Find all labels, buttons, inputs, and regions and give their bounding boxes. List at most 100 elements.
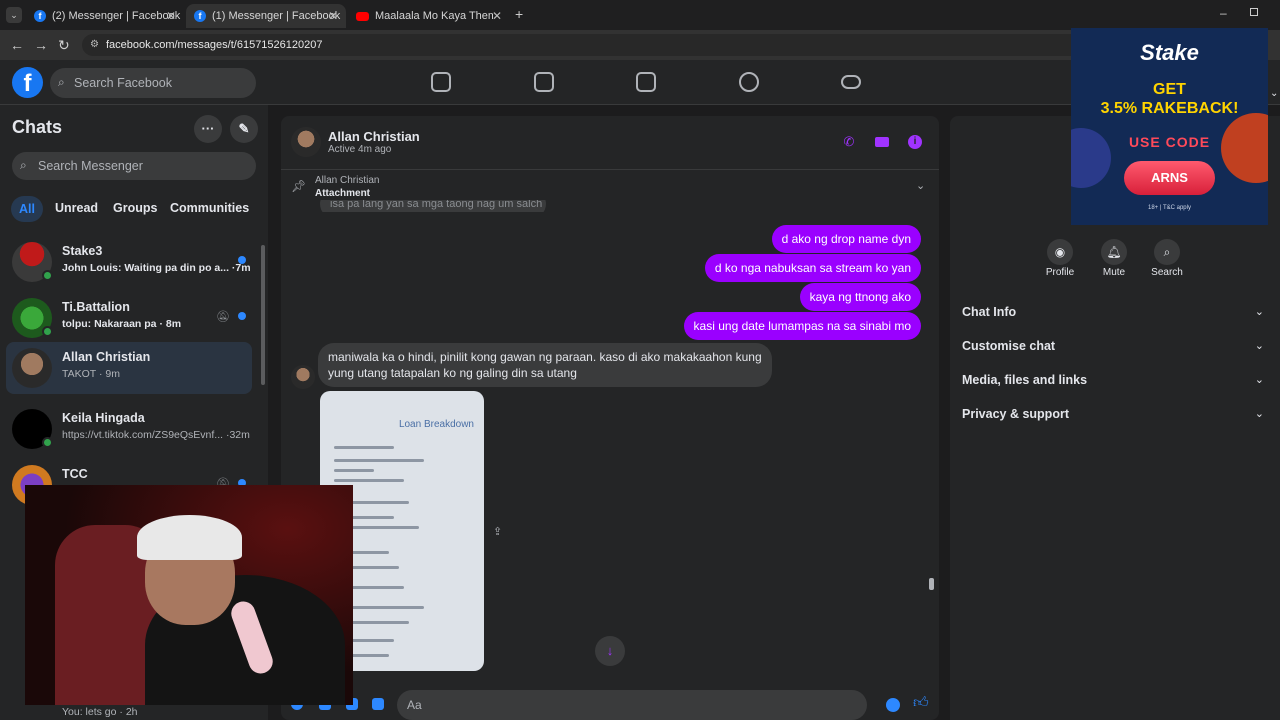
profile-icon[interactable]: ◉: [1047, 239, 1073, 265]
new-message-icon[interactable]: ✎: [230, 115, 258, 143]
image-title: Loan Breakdown: [398, 419, 474, 430]
reload-icon[interactable]: ↻: [58, 37, 70, 54]
chat-name: TCC: [62, 467, 88, 481]
gaming-icon[interactable]: [841, 75, 861, 89]
tab-youtube[interactable]: Maalaala Mo Kaya Theme - Ca ✕: [348, 4, 510, 28]
mute-bell-icon[interactable]: 🔔︎: [1101, 239, 1127, 265]
outgoing-message[interactable]: kaya ng ttnong ako: [799, 283, 921, 311]
url-text: facebook.com/messages/t/61571526120207: [106, 39, 323, 51]
ad-code-button[interactable]: ARNS: [1124, 161, 1215, 195]
chevron-down-icon[interactable]: ⌄: [916, 179, 925, 192]
ad-headline-line: GET: [1153, 81, 1186, 98]
close-tab-icon[interactable]: ✕: [166, 9, 176, 23]
section-chat-info[interactable]: Chat Info: [962, 305, 1016, 319]
chat-name: Allan Christian: [62, 350, 151, 364]
chevron-down-icon[interactable]: ⌄: [1255, 339, 1264, 352]
chat-item-allan-christian[interactable]: Allan Christian TAKOT · 9m: [6, 342, 252, 394]
share-icon[interactable]: ⇪: [493, 525, 502, 538]
video-icon[interactable]: [534, 72, 554, 92]
search-placeholder: Search Facebook: [74, 76, 172, 90]
search-label: Search: [1151, 267, 1183, 278]
incoming-message[interactable]: maniwala ka o hindi, pinilit kong gawan …: [318, 343, 772, 387]
search-facebook-input[interactable]: ⌕ Search Facebook: [50, 68, 256, 98]
scroll-down-icon[interactable]: ↓: [595, 636, 625, 666]
chat-item-stake3[interactable]: Stake3 John Louis: Waiting pa din po a..…: [6, 236, 252, 288]
chat-item-keila-hingada[interactable]: Keila Hingada https://vt.tiktok.com/ZS9e…: [6, 403, 252, 455]
conversation-name[interactable]: Allan Christian: [328, 129, 420, 144]
chevron-down-icon[interactable]: ⌄: [1255, 407, 1264, 420]
cap-shape: [137, 515, 242, 560]
message-text: isa pa lang yan sa mga taong nag um salc…: [320, 200, 546, 212]
mute-label: Mute: [1102, 267, 1126, 278]
chevron-down-icon[interactable]: ⌄: [1255, 305, 1264, 318]
online-indicator: [42, 270, 53, 281]
tab-label: (2) Messenger | Facebook: [52, 10, 181, 22]
forward-icon[interactable]: →: [34, 37, 48, 53]
unread-dot: [238, 256, 246, 264]
account-chevron-icon[interactable]: ⌄: [1270, 88, 1278, 99]
active-status: Active 4m ago: [328, 144, 392, 155]
section-customise-chat[interactable]: Customise chat: [962, 339, 1055, 353]
tab-label: (1) Messenger | Facebook: [212, 10, 341, 22]
outgoing-message[interactable]: kasi ung date lumampas na sa sinabi mo: [683, 312, 921, 340]
pinned-message-bar[interactable]: 📌︎ Allan Christian Attachment ⌄: [281, 171, 939, 201]
groups-icon[interactable]: [739, 72, 759, 92]
outgoing-message[interactable]: d ako ng drop name dyn: [771, 225, 921, 253]
image-text-line: [334, 446, 394, 449]
emoji-icon[interactable]: [886, 698, 900, 712]
site-info-icon[interactable]: ⚙: [90, 39, 99, 50]
close-tab-icon[interactable]: ✕: [492, 9, 502, 23]
filter-all[interactable]: All: [11, 196, 43, 222]
section-privacy-support[interactable]: Privacy & support: [962, 407, 1069, 421]
section-media-files-links[interactable]: Media, files and links: [962, 373, 1087, 387]
like-icon[interactable]: 👍︎: [913, 694, 929, 712]
avatar: [12, 348, 52, 388]
facebook-favicon-icon: f: [194, 10, 206, 22]
tab-messenger-1[interactable]: f (1) Messenger | Facebook ✕: [186, 4, 346, 28]
chat-preview: tolpu: Nakaraan pa · 8m: [62, 318, 182, 330]
muted-bell-icon: 🔕︎: [216, 311, 230, 323]
chat-preview: You: lets go · 2h: [62, 706, 138, 718]
filter-unread[interactable]: Unread: [55, 201, 98, 215]
chat-item-ti-battalion[interactable]: Ti.Battalion tolpu: Nakaraan pa · 8m 🔕︎: [6, 292, 252, 344]
sidebar-scrollbar[interactable]: [261, 245, 265, 385]
search-icon: ⌕: [20, 158, 27, 172]
chevron-down-icon[interactable]: ⌄: [1255, 373, 1264, 386]
new-tab-icon[interactable]: +: [515, 6, 523, 22]
url-field[interactable]: ⚙ facebook.com/messages/t/61571526120207: [82, 34, 1082, 56]
phone-call-icon[interactable]: ✆: [842, 135, 856, 149]
video-call-icon[interactable]: [875, 137, 889, 147]
chat-preview: John Louis: Waiting pa din po a... ·7m: [62, 262, 251, 274]
stake-logo: Stake: [1140, 40, 1199, 65]
filter-communities[interactable]: Communities: [170, 201, 249, 215]
facebook-logo[interactable]: f: [12, 67, 43, 98]
filter-groups[interactable]: Groups: [113, 201, 157, 215]
conversation-panel: Allan Christian Active 4m ago ✆ i 📌︎ All…: [281, 116, 939, 720]
gif-icon[interactable]: [372, 698, 384, 710]
search-messenger-input[interactable]: ⌕ Search Messenger: [12, 152, 256, 180]
avatar[interactable]: [291, 127, 321, 157]
online-indicator: [42, 437, 53, 448]
webcam-overlay: [25, 485, 353, 705]
ad-terms: 18+ | T&C apply: [1148, 205, 1191, 211]
avatar: [291, 365, 315, 389]
chat-preview: TAKOT · 9m: [62, 368, 120, 380]
tab-messenger-2[interactable]: f (2) Messenger | Facebook ✕: [26, 4, 184, 28]
minimize-icon[interactable]: –: [1220, 6, 1227, 20]
close-tab-icon[interactable]: ✕: [328, 9, 338, 23]
unread-dot: [238, 312, 246, 320]
message-line: yung utang tatapalan ko ng galing din sa…: [328, 366, 577, 380]
info-icon[interactable]: i: [908, 135, 922, 149]
message-input[interactable]: Aa: [397, 690, 867, 720]
marketplace-icon[interactable]: [636, 72, 656, 92]
home-icon[interactable]: [431, 72, 451, 92]
tab-search-icon[interactable]: ⌄: [6, 7, 22, 23]
conversation-scrollbar[interactable]: [929, 578, 934, 590]
stake-ad[interactable]: Stake GET 3.5% RAKEBACK! USE CODE ARNS 1…: [1071, 28, 1268, 225]
back-icon[interactable]: ←: [10, 37, 24, 53]
restore-icon[interactable]: [1250, 8, 1258, 16]
search-icon[interactable]: ⌕: [1154, 239, 1180, 265]
more-options-icon[interactable]: ···: [194, 115, 222, 143]
chats-title: Chats: [12, 117, 63, 137]
outgoing-message[interactable]: d ko nga nabuksan sa stream ko yan: [704, 254, 921, 282]
